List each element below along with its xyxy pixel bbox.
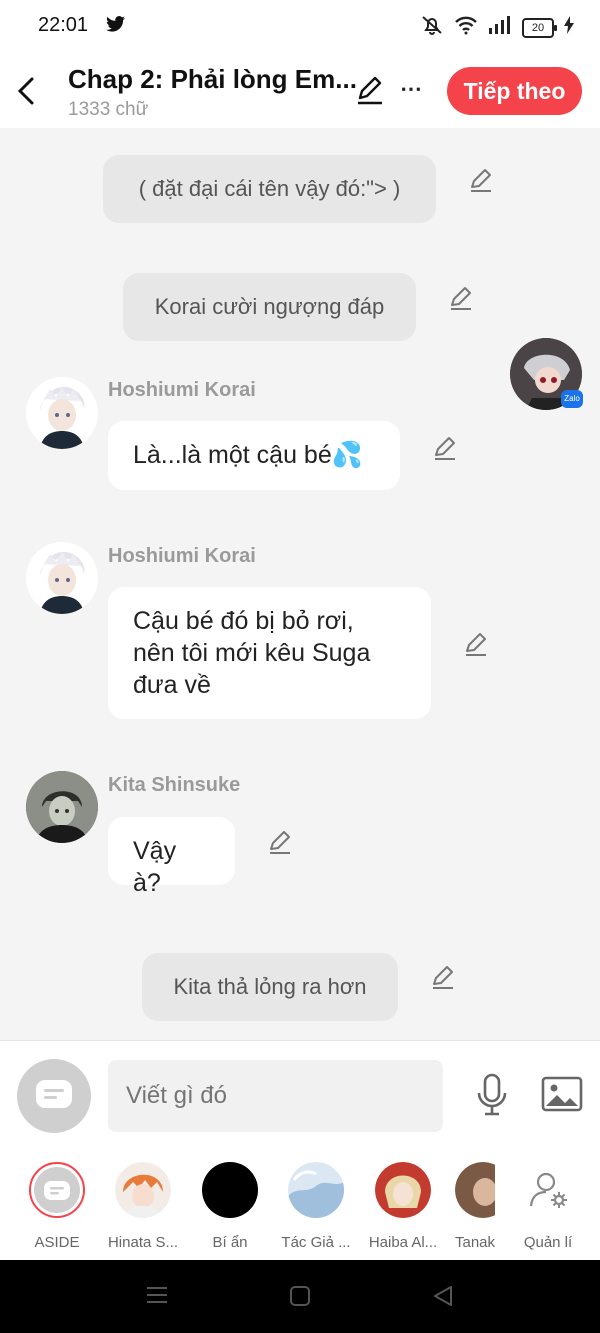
edit-pencil-icon[interactable] bbox=[430, 965, 456, 991]
charging-icon bbox=[564, 16, 574, 39]
system-nav-bar bbox=[0, 1260, 600, 1333]
back-icon[interactable] bbox=[432, 1285, 454, 1312]
author-avatar bbox=[288, 1162, 344, 1218]
character-label: Tác Giả ... bbox=[281, 1234, 351, 1251]
message-composer bbox=[0, 1040, 600, 1151]
message-bubble[interactable]: Là...là một cậu bé💦 bbox=[108, 421, 400, 490]
status-time: 22:01 bbox=[38, 14, 89, 36]
character-label: Bí ẩn bbox=[212, 1234, 248, 1251]
narration-bubble[interactable]: Kita thả lỏng ra hơn bbox=[142, 953, 398, 1021]
message-line: đưa về bbox=[133, 671, 211, 699]
edit-pencil-icon[interactable] bbox=[463, 632, 489, 658]
character-label: Quản lí bbox=[523, 1234, 573, 1251]
zalo-badge-icon: Zalo bbox=[561, 390, 583, 408]
avatar-hoshiumi-korai bbox=[26, 377, 98, 449]
narration-bubble[interactable]: ( đặt đại cái tên vậy đó:"> ) bbox=[103, 155, 436, 223]
character-hinata[interactable]: Hinata S... bbox=[103, 1162, 183, 1251]
home-icon[interactable] bbox=[289, 1285, 311, 1312]
edit-pencil-icon[interactable] bbox=[267, 830, 293, 856]
battery-icon: 20 bbox=[522, 17, 557, 38]
status-icons: 20 bbox=[420, 14, 574, 41]
avatar-kita-shinsuke bbox=[26, 771, 98, 843]
character-aside[interactable]: ASIDE bbox=[17, 1162, 97, 1251]
speaker-name: Hoshiumi Korai bbox=[108, 379, 256, 401]
message-bubble[interactable]: Vậy à? bbox=[108, 817, 235, 897]
more-options-icon[interactable]: ⋯ bbox=[400, 76, 423, 102]
character-label: Haiba Al... bbox=[368, 1234, 438, 1251]
back-arrow-icon[interactable] bbox=[16, 76, 40, 106]
microphone-icon[interactable] bbox=[475, 1073, 509, 1122]
edit-pencil-icon[interactable] bbox=[432, 436, 458, 462]
speaker-name: Kita Shinsuke bbox=[108, 774, 241, 796]
aside-mode-button[interactable] bbox=[17, 1059, 91, 1133]
word-count: 1333 chữ bbox=[68, 99, 149, 120]
character-label: ASIDE bbox=[34, 1234, 80, 1251]
message-line: nên tôi mới kêu Suga bbox=[133, 639, 371, 667]
character-tac-gia[interactable]: Tác Giả ... bbox=[276, 1162, 356, 1251]
status-bar: 22:01 20 bbox=[0, 0, 600, 52]
mystery-avatar bbox=[202, 1162, 258, 1218]
avatar-hoshiumi-korai bbox=[26, 542, 98, 614]
chapter-header: Chap 2: Phải lòng Em... 1333 chữ ⋯ Tiếp … bbox=[0, 52, 600, 128]
next-chapter-button[interactable]: Tiếp theo bbox=[447, 67, 582, 115]
haiba-avatar bbox=[375, 1162, 431, 1218]
character-haiba[interactable]: Haiba Al... bbox=[363, 1162, 443, 1251]
aside-chat-icon bbox=[35, 1079, 73, 1114]
narration-bubble[interactable]: Korai cười ngượng đáp bbox=[123, 273, 416, 341]
message-input[interactable] bbox=[108, 1060, 443, 1132]
tanaka-avatar bbox=[455, 1162, 495, 1218]
speaker-name: Hoshiumi Korai bbox=[108, 545, 256, 567]
message-bubble[interactable]: Cậu bé đó bị bỏ rơi, nên tôi mới kêu Sug… bbox=[108, 587, 431, 719]
character-selector: ASIDE Hinata S... Bí ẩn Tác Giả ... Haib… bbox=[0, 1150, 600, 1260]
character-bi-an[interactable]: Bí ẩn bbox=[190, 1162, 270, 1251]
image-upload-icon[interactable] bbox=[541, 1076, 583, 1117]
edit-title-icon[interactable] bbox=[355, 76, 385, 111]
twitter-icon bbox=[106, 16, 126, 37]
message-line: Cậu bé đó bị bỏ rơi, bbox=[133, 607, 354, 635]
character-tanaka[interactable]: Tanak bbox=[455, 1162, 495, 1251]
wifi-icon bbox=[454, 15, 478, 40]
aside-avatar bbox=[29, 1162, 85, 1218]
chapter-title: Chap 2: Phải lòng Em... bbox=[68, 64, 357, 94]
character-label: Hinata S... bbox=[107, 1234, 179, 1251]
mute-icon bbox=[420, 14, 444, 41]
edit-pencil-icon[interactable] bbox=[448, 286, 474, 312]
character-label: Tanak bbox=[455, 1234, 495, 1251]
character-manage[interactable]: Quản lí bbox=[508, 1162, 588, 1251]
edit-pencil-icon[interactable] bbox=[468, 168, 494, 194]
menu-icon[interactable] bbox=[146, 1284, 168, 1311]
manage-characters-icon bbox=[520, 1162, 576, 1218]
hinata-avatar bbox=[115, 1162, 171, 1218]
signal-icon bbox=[488, 15, 512, 40]
